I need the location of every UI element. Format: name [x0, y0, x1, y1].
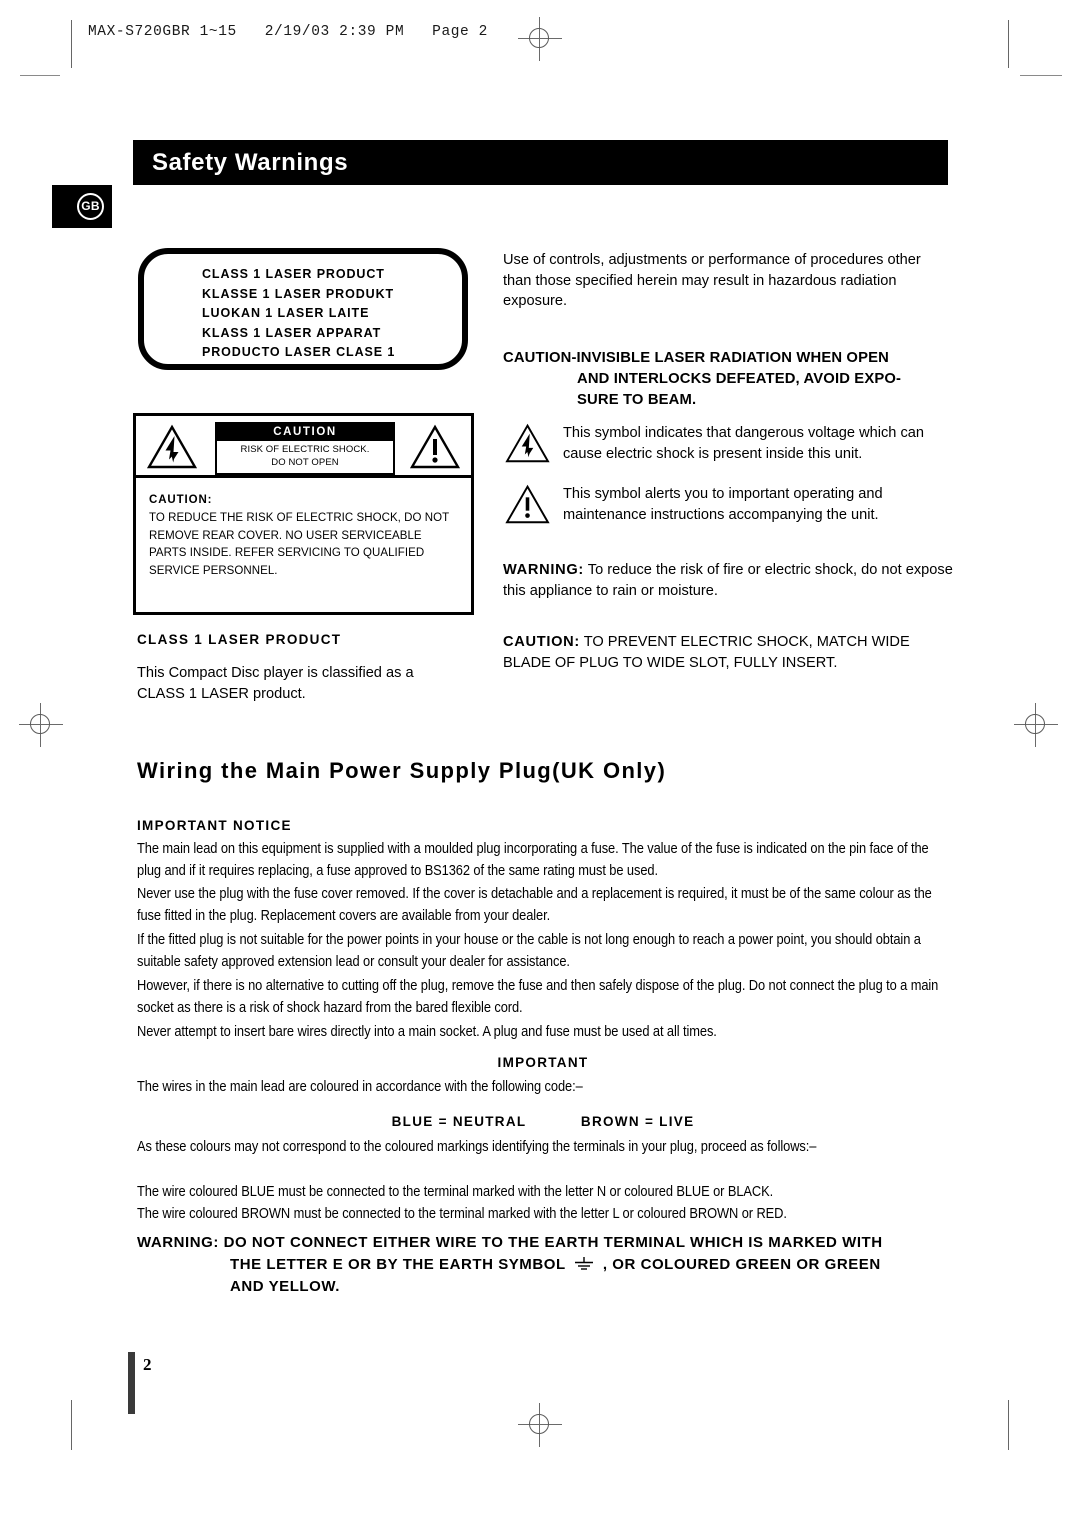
page-number-rule — [128, 1352, 135, 1414]
page-title-bar: Safety Warnings — [133, 140, 948, 185]
crop-mark-top-left-vertical — [71, 20, 72, 68]
do-not-open-notice: CAUTION RISK OF ELECTRIC SHOCK. DO NOT O… — [215, 422, 395, 475]
important-heading: IMPORTANT — [497, 1055, 589, 1070]
document-page: MAX-S720GBR 1~15 2/19/03 2:39 PM Page 2 … — [0, 0, 1080, 1528]
caution-banner-line-1: RISK OF ELECTRIC SHOCK. — [240, 444, 370, 455]
wire-code-brown: BROWN = LIVE — [580, 1114, 695, 1129]
list-item: LUOKAN 1 LASER LAITE — [202, 306, 370, 320]
region-badge: GB — [52, 185, 112, 228]
crop-mark-top-left-horizontal — [20, 75, 60, 76]
running-head: MAX-S720GBR 1~15 2/19/03 2:39 PM Page 2 — [88, 24, 488, 40]
caution-banner-title: CAUTION — [217, 424, 393, 441]
fire-shock-warning-lead: WARNING: — [503, 562, 584, 578]
wiring-paragraph: If the fitted plug is not suitable for t… — [137, 932, 921, 970]
registration-mark-right — [1014, 703, 1058, 747]
class1-laser-section: CLASS 1 LASER PRODUCT This Compact Disc … — [137, 632, 467, 704]
wire-code-intro: The wires in the main lead are coloured … — [137, 1079, 583, 1095]
page-title: Safety Warnings — [152, 149, 349, 176]
earth-warning-line-3: AND YELLOW. — [230, 1278, 340, 1295]
plug-caution-block: CAUTION: TO PREVENT ELECTRIC SHOCK, MATC… — [503, 632, 953, 673]
wire-colour-codes: BLUE = NEUTRAL BROWN = LIVE — [137, 1113, 949, 1131]
registration-mark-left — [19, 703, 63, 747]
important-notice-heading: IMPORTANT NOTICE — [137, 818, 292, 833]
earth-warning-lead: WARNING: — [137, 1234, 219, 1251]
plug-caution-lead: CAUTION: — [503, 634, 580, 650]
earth-warning-text-2b: , OR COLOURED GREEN OR GREEN — [602, 1256, 881, 1273]
wire-proceed-text: As these colours may not correspond to t… — [137, 1139, 817, 1155]
exclamation-triangle-icon — [505, 484, 550, 524]
crop-mark-bottom-left-vertical — [71, 1400, 72, 1450]
class1-laser-text: This Compact Disc player is classified a… — [137, 665, 414, 702]
caution-body-text: TO REDUCE THE RISK OF ELECTRIC SHOCK, DO… — [149, 512, 449, 577]
registration-mark-top — [518, 17, 562, 61]
caution-label-box: CAUTION RISK OF ELECTRIC SHOCK. DO NOT O… — [133, 413, 474, 615]
caution-body-label: CAUTION: — [149, 494, 213, 506]
list-item: KLASSE 1 LASER PRODUKT — [202, 286, 395, 301]
wiring-paragraph: Never use the plug with the fuse cover r… — [137, 886, 932, 924]
earth-warning-line-1: WARNING: DO NOT CONNECT EITHER WIRE TO T… — [137, 1232, 967, 1254]
invisible-laser-caution-line-1: CAUTION-INVISIBLE LASER RADIATION WHEN O… — [503, 350, 889, 366]
invisible-laser-caution-line-3: SURE TO BEAM. — [577, 392, 697, 408]
blue-wire-rule: The wire coloured BLUE must be connected… — [137, 1184, 774, 1200]
laser-class-label-list: CLASS 1 LASER PRODUCT KLASSE 1 LASER PRO… — [144, 254, 462, 363]
earth-warning-text-2a: THE LETTER E OR BY THE EARTH SYMBOL — [230, 1256, 566, 1273]
list-item: KLASS 1 LASER APPARAT — [202, 325, 382, 340]
list-item: PRODUCTO LASER CLASE 1 — [202, 345, 396, 359]
earth-warning-line-2: THE LETTER E OR BY THE EARTH SYMBOL , OR… — [137, 1254, 967, 1276]
class1-laser-heading: CLASS 1 LASER PRODUCT — [137, 632, 342, 647]
page-number: 2 — [143, 1355, 152, 1374]
important-notice-block: IMPORTANT NOTICE The main lead on this e… — [137, 818, 949, 882]
attention-symbol-row: This symbol alerts you to important oper… — [505, 484, 950, 526]
fire-shock-warning-line-1: WARNING: To reduce the risk of fire or e… — [503, 560, 953, 601]
list-item: CLASS 1 LASER PRODUCT — [202, 267, 385, 281]
wiring-section-title: Wiring the Main Power Supply Plug(UK Onl… — [137, 758, 667, 783]
brown-wire-rule: The wire coloured BROWN must be connecte… — [137, 1206, 787, 1222]
wiring-paragraph: However, if there is no alternative to c… — [137, 978, 939, 1016]
earth-ground-icon — [572, 1256, 596, 1270]
dangerous-voltage-symbol-row: This symbol indicates that dangerous vol… — [505, 423, 950, 465]
crop-mark-top-right-horizontal — [1020, 75, 1062, 76]
dangerous-voltage-text: This symbol indicates that dangerous vol… — [563, 425, 924, 462]
earth-terminal-warning: WARNING: DO NOT CONNECT EITHER WIRE TO T… — [137, 1232, 967, 1298]
plug-caution-section: CAUTION: TO PREVENT ELECTRIC SHOCK, MATC… — [503, 632, 953, 673]
caution-label-body: CAUTION: TO REDUCE THE RISK OF ELECTRIC … — [136, 478, 471, 580]
registration-mark-bottom — [518, 1403, 562, 1447]
attention-text: This symbol alerts you to important oper… — [563, 486, 883, 523]
crop-mark-bottom-right-vertical — [1008, 1400, 1009, 1450]
caution-label-banner-row: CAUTION RISK OF ELECTRIC SHOCK. DO NOT O… — [136, 416, 471, 478]
caution-banner-body: RISK OF ELECTRIC SHOCK. DO NOT OPEN — [217, 441, 393, 473]
fire-shock-warning: WARNING: To reduce the risk of fire or e… — [503, 560, 953, 601]
laser-class-label-box: CLASS 1 LASER PRODUCT KLASSE 1 LASER PRO… — [138, 248, 468, 370]
invisible-laser-caution: CAUTION-INVISIBLE LASER RADIATION WHEN O… — [503, 348, 955, 411]
invisible-laser-caution-line-2: AND INTERLOCKS DEFEATED, AVOID EXPO- — [577, 371, 902, 387]
laser-exposure-intro: Use of controls, adjustments or performa… — [503, 252, 921, 309]
exclamation-triangle-icon — [409, 424, 461, 469]
lightning-bolt-triangle-icon — [146, 424, 198, 469]
wiring-paragraph: The main lead on this equipment is suppl… — [137, 841, 929, 879]
wire-code-blue: BLUE = NEUTRAL — [391, 1114, 527, 1129]
caution-banner-line-2: DO NOT OPEN — [271, 456, 339, 468]
earth-warning-text-1: DO NOT CONNECT EITHER WIRE TO THE EARTH … — [223, 1234, 883, 1251]
wiring-paragraph: Never attempt to insert bare wires direc… — [137, 1024, 717, 1040]
lightning-bolt-triangle-icon — [505, 423, 550, 463]
region-badge-label: GB — [77, 193, 104, 220]
crop-mark-top-right-vertical — [1008, 20, 1009, 68]
